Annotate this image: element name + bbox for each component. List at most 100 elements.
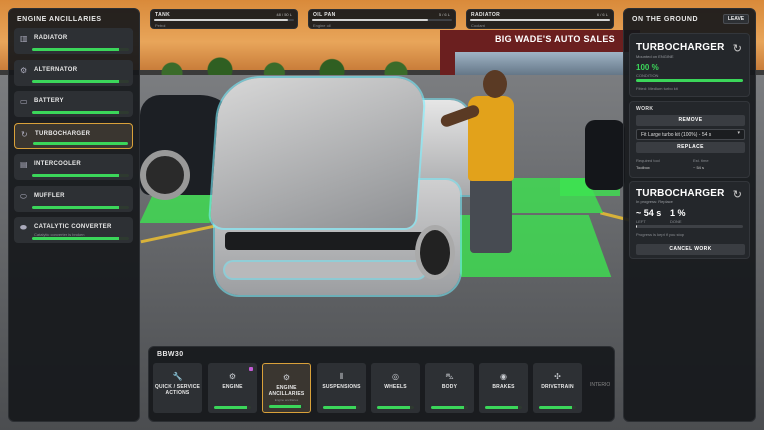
part-item-radiator[interactable]: ▥ RADIATOR bbox=[14, 28, 133, 54]
condition-bar bbox=[32, 174, 129, 177]
turbo-icon: ↻ bbox=[21, 130, 28, 139]
condition-bar bbox=[539, 406, 576, 409]
time-left-value: ~ 54 s bbox=[636, 208, 662, 218]
catalytic-icon: ⬬ bbox=[20, 223, 27, 232]
wheel-icon: ◎ bbox=[392, 372, 399, 381]
work-title: WORK bbox=[636, 106, 654, 112]
gauge-subtitle: Petrol bbox=[155, 23, 166, 28]
car-bumper[interactable] bbox=[225, 262, 425, 278]
turbo-icon: ↻ bbox=[732, 188, 742, 201]
work-card: WORK REMOVE Fit Large turbo kit (100%) -… bbox=[629, 101, 750, 178]
remove-button[interactable]: REMOVE bbox=[636, 115, 745, 126]
brakes-icon: ◉ bbox=[500, 372, 507, 381]
part-label: RADIATOR bbox=[34, 35, 68, 41]
gauge-value: 5 / 6 L bbox=[438, 12, 450, 17]
gauge-track bbox=[154, 19, 294, 21]
category-label: BODY bbox=[441, 384, 458, 390]
car-wheel[interactable] bbox=[415, 225, 455, 280]
interaction-zone-front[interactable] bbox=[438, 215, 612, 277]
condition-label: CONDITION bbox=[636, 73, 659, 78]
condition-bar bbox=[214, 406, 251, 409]
category-quick-service[interactable]: 🔧 QUICK / SERVICE ACTIONS bbox=[153, 363, 202, 413]
gauge-title: OIL PAN bbox=[313, 12, 336, 18]
part-label: MUFFLER bbox=[34, 193, 65, 199]
condition-fill bbox=[431, 406, 465, 409]
condition-fill bbox=[485, 406, 519, 409]
condition-value: 100 % bbox=[636, 63, 659, 72]
gauge-subtitle: Engine oil bbox=[313, 23, 331, 28]
category-engine[interactable]: ⚙ ENGINE bbox=[208, 363, 257, 413]
condition-fill bbox=[32, 111, 120, 114]
part-item-turbocharger[interactable]: ↻ TURBOCHARGER bbox=[14, 123, 133, 149]
condition-fill bbox=[323, 406, 357, 409]
gauge-track bbox=[470, 19, 610, 21]
radiator-icon: ▥ bbox=[20, 34, 28, 43]
category-wheels[interactable]: ◎ WHEELS bbox=[371, 363, 420, 413]
oil-pan-gauge: OIL PAN 5 / 6 L Engine oil bbox=[308, 9, 456, 29]
radiator-gauge: RADIATOR 6 / 6 L Coolant bbox=[466, 9, 614, 29]
panel-title: ON THE GROUND bbox=[632, 16, 698, 23]
progress-card: TURBOCHARGER ↻ In progress: Replace ~ 54… bbox=[629, 181, 750, 259]
category-body[interactable]: ⛍ BODY bbox=[425, 363, 474, 413]
condition-bar bbox=[636, 79, 743, 82]
gauge-value: 48 / 50 L bbox=[276, 12, 292, 17]
condition-bar bbox=[485, 406, 522, 409]
project-car-hood[interactable] bbox=[209, 78, 426, 228]
category-subtitle: Engine ancillaries bbox=[274, 398, 299, 402]
condition-fill bbox=[636, 79, 743, 82]
condition-bar bbox=[33, 142, 128, 145]
cancel-work-button[interactable]: CANCEL WORK bbox=[636, 244, 745, 255]
part-title: TURBOCHARGER bbox=[636, 42, 725, 53]
category-drivetrain[interactable]: ✣ DRIVETRAIN bbox=[533, 363, 582, 413]
gauge-title: TANK bbox=[155, 12, 171, 18]
work-progress-fill bbox=[636, 225, 638, 228]
category-suspensions[interactable]: ⦀ SUSPENSIONS bbox=[317, 363, 366, 413]
part-label: BATTERY bbox=[34, 98, 64, 104]
category-label: ENGINE ANCILLARIES bbox=[268, 385, 305, 397]
alert-badge bbox=[249, 367, 253, 371]
replace-button[interactable]: REPLACE bbox=[636, 142, 745, 153]
part-info-card: TURBOCHARGER ↻ Mounted on ENGINE 100 % C… bbox=[629, 33, 750, 97]
condition-bar bbox=[377, 406, 414, 409]
part-item-battery[interactable]: ▭ BATTERY bbox=[14, 91, 133, 117]
replacement-select[interactable]: Fit Large turbo kit (100%) - 54 s ▾ bbox=[636, 129, 745, 140]
parked-car-right bbox=[585, 120, 625, 190]
tank-gauge: TANK 48 / 50 L Petrol bbox=[150, 9, 298, 29]
battery-icon: ▭ bbox=[20, 97, 28, 106]
part-item-muffler[interactable]: ⬭ MUFFLER bbox=[14, 186, 133, 212]
condition-bar bbox=[431, 406, 468, 409]
category-label: SUSPENSIONS bbox=[322, 384, 361, 390]
condition-fill bbox=[539, 406, 573, 409]
mount-location: Mounted on ENGINE bbox=[636, 54, 674, 59]
leave-button[interactable]: LEAVE bbox=[723, 14, 749, 24]
category-brakes[interactable]: ◉ BRAKES bbox=[479, 363, 528, 413]
muffler-icon: ⬭ bbox=[20, 192, 27, 201]
gauge-value: 6 / 6 L bbox=[596, 12, 608, 17]
progress-note: Progress is kept if you stop bbox=[636, 232, 685, 237]
gauge-fill bbox=[312, 19, 429, 21]
condition-bar bbox=[32, 111, 129, 114]
condition-fill bbox=[377, 406, 411, 409]
work-progress-bar bbox=[636, 225, 743, 228]
condition-fill bbox=[32, 80, 120, 83]
condition-fill bbox=[32, 206, 120, 209]
condition-bar bbox=[32, 80, 129, 83]
condition-fill bbox=[214, 406, 248, 409]
part-item-intercooler[interactable]: ▤ INTERCOOLER bbox=[14, 154, 133, 180]
progress-subtitle: In progress: Replace bbox=[636, 199, 673, 204]
ancillaries-icon: ⚙ bbox=[282, 373, 291, 382]
percent-done-value: 1 % bbox=[670, 208, 686, 218]
intercooler-icon: ▤ bbox=[20, 160, 28, 169]
category-engine-ancillaries[interactable]: ⚙ ENGINE ANCILLARIES Engine ancillaries bbox=[262, 363, 311, 413]
fitted-part: Fitted: Medium turbo kit bbox=[636, 86, 678, 91]
part-item-alternator[interactable]: ⚙ ALTERNATOR bbox=[14, 60, 133, 86]
part-item-catalytic-converter[interactable]: ⬬ CATALYTIC CONVERTER Catalytic converte… bbox=[14, 217, 133, 243]
car-grille bbox=[225, 232, 425, 250]
engine-icon: ⚙ bbox=[228, 372, 237, 381]
part-label: CATALYTIC CONVERTER bbox=[34, 224, 112, 230]
gauge-subtitle: Coolant bbox=[471, 23, 485, 28]
time-left-label: LEFT bbox=[636, 219, 646, 224]
mechanic-head bbox=[483, 70, 507, 98]
condition-bar bbox=[269, 405, 304, 408]
category-interior-partial[interactable]: INTERIO bbox=[590, 382, 610, 388]
